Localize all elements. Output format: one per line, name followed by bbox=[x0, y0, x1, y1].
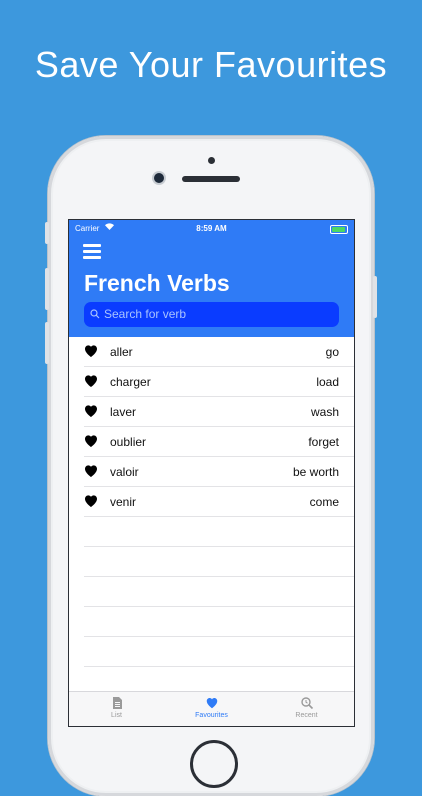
promo-headline: Save Your Favourites bbox=[34, 44, 388, 85]
english-translation: come bbox=[309, 495, 339, 509]
tab-list[interactable]: List bbox=[69, 692, 164, 726]
front-camera bbox=[154, 173, 164, 183]
tab-label: List bbox=[111, 712, 122, 719]
english-translation: wash bbox=[310, 405, 339, 419]
battery-icon bbox=[330, 225, 348, 234]
french-verb: venir bbox=[110, 495, 137, 509]
english-translation: load bbox=[316, 375, 339, 389]
tab-label: Favourites bbox=[195, 712, 228, 719]
tab-recent[interactable]: Recent bbox=[259, 692, 354, 726]
french-verb: valoir bbox=[110, 465, 139, 479]
heart-icon[interactable] bbox=[83, 343, 99, 359]
menu-icon[interactable] bbox=[83, 244, 101, 259]
list-item[interactable]: oublier forget bbox=[69, 427, 354, 457]
tab-favourites[interactable]: Favourites bbox=[164, 692, 259, 726]
heart-icon[interactable] bbox=[83, 433, 99, 449]
app-screen: Carrier 8:59 AM French Verbs Search for … bbox=[68, 219, 355, 727]
nav-header: French Verbs Search for verb bbox=[69, 238, 354, 337]
volume-down-button bbox=[45, 322, 49, 364]
heart-icon[interactable] bbox=[83, 403, 99, 419]
heart-icon[interactable] bbox=[83, 463, 99, 479]
volume-up-button bbox=[45, 268, 49, 310]
heart-icon[interactable] bbox=[83, 493, 99, 509]
tab-label: Recent bbox=[295, 712, 318, 719]
english-translation: be worth bbox=[292, 465, 339, 479]
french-verb: oublier bbox=[110, 435, 147, 449]
empty-row bbox=[69, 577, 354, 607]
tab-bar: List Favourites Recent bbox=[69, 691, 354, 726]
proximity-sensor bbox=[208, 157, 215, 164]
favourites-list: aller go charger load laver wash oublier… bbox=[69, 337, 354, 667]
document-icon bbox=[112, 697, 122, 709]
status-bar: Carrier 8:59 AM bbox=[69, 220, 354, 238]
empty-row bbox=[69, 637, 354, 667]
empty-row bbox=[69, 547, 354, 577]
french-verb: charger bbox=[110, 375, 151, 389]
recent-search-icon bbox=[300, 697, 313, 710]
silent-switch bbox=[45, 222, 49, 244]
empty-row bbox=[69, 607, 354, 637]
list-item[interactable]: valoir be worth bbox=[69, 457, 354, 487]
home-button[interactable] bbox=[190, 740, 238, 788]
english-translation: forget bbox=[308, 435, 339, 449]
list-item[interactable]: charger load bbox=[69, 367, 354, 397]
search-placeholder: Search for verb bbox=[104, 307, 187, 321]
list-item[interactable]: venir come bbox=[69, 487, 354, 517]
page-title: French Verbs bbox=[84, 270, 230, 296]
list-item[interactable]: aller go bbox=[69, 337, 354, 367]
empty-row bbox=[69, 517, 354, 547]
power-button bbox=[373, 276, 377, 318]
french-verb: aller bbox=[110, 345, 133, 359]
heart-icon[interactable] bbox=[83, 373, 99, 389]
status-time: 8:59 AM bbox=[196, 224, 227, 233]
english-translation: go bbox=[325, 345, 339, 359]
search-icon bbox=[90, 302, 100, 329]
earpiece-speaker bbox=[182, 176, 240, 182]
list-item[interactable]: laver wash bbox=[69, 397, 354, 427]
french-verb: laver bbox=[110, 405, 137, 419]
heart-icon bbox=[206, 698, 217, 709]
search-input[interactable]: Search for verb bbox=[84, 302, 339, 327]
